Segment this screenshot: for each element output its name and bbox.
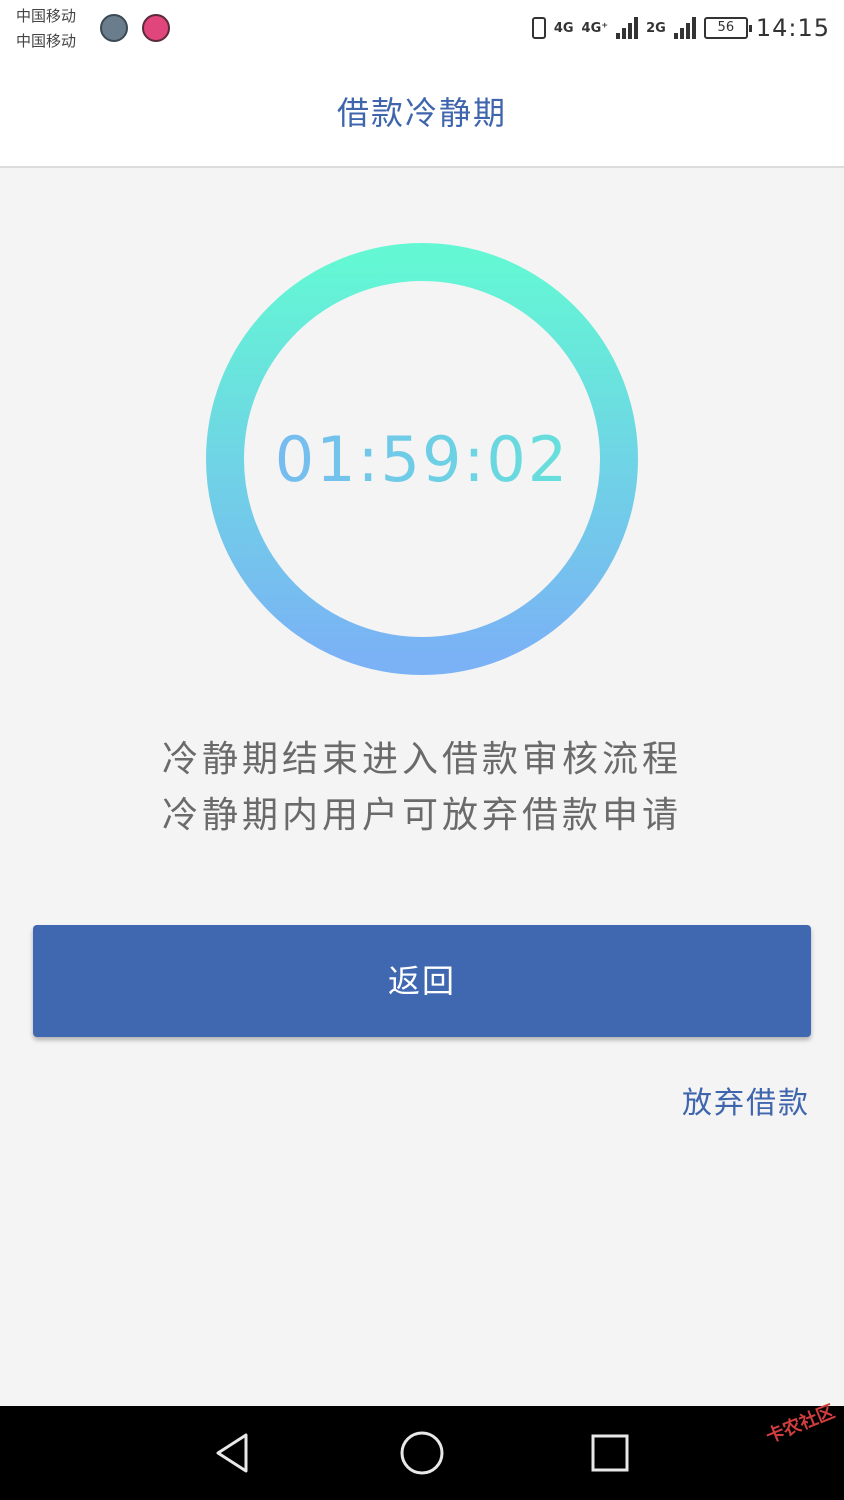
signal-icon-2 [673,17,696,39]
abandon-loan-link[interactable]: 放弃借款 [682,1078,810,1122]
page-title: 借款冷静期 [336,94,507,132]
recent-square-icon [591,1434,629,1472]
countdown-ring: 01:59:02 [206,243,638,675]
description-line-2: 冷静期内用户可放弃借款申请 [161,795,682,836]
status-bar: 中国移动 中国移动 4G 4G⁺ 2G 56 14:15 [0,0,844,56]
network-type-3: 2G [646,20,666,36]
countdown-timer: 01:59:02 [206,423,638,496]
back-triangle-icon [216,1433,248,1473]
battery-icon: 56 [703,17,752,39]
navigation-bar [0,1406,844,1500]
status-indicators: 4G 4G⁺ 2G 56 14:15 [531,10,830,46]
nav-recent-button[interactable] [560,1406,660,1500]
nav-back-button[interactable] [184,1406,284,1500]
notification-app-icon [100,14,128,42]
back-button[interactable]: 返回 [33,925,811,1037]
home-circle-icon [400,1431,444,1475]
vibrate-icon [531,17,546,39]
signal-icon [616,17,639,39]
description-line-1: 冷静期结束进入借款审核流程 [161,739,682,780]
carrier-label-2: 中国移动 [16,32,77,50]
network-type-2: 4G⁺ [581,20,609,36]
nav-home-button[interactable] [372,1406,472,1500]
status-time: 14:15 [755,14,830,42]
network-type-1: 4G [553,20,574,36]
title-bar: 借款冷静期 [0,56,844,168]
carrier-label-1: 中国移动 [16,7,77,25]
notification-app-icon-2 [142,14,170,42]
